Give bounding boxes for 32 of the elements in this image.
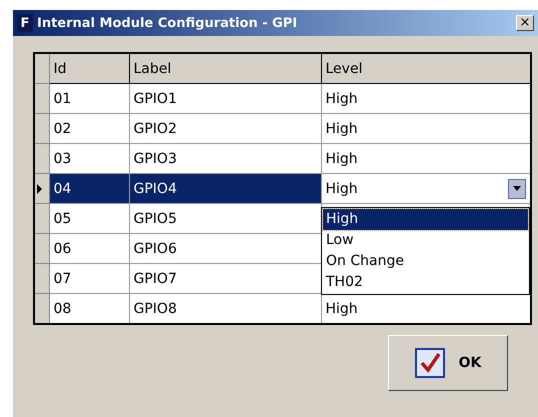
table-cell: 05 <box>49 204 129 234</box>
column-header[interactable]: Level <box>321 53 531 84</box>
row-header[interactable] <box>34 84 49 114</box>
table-cell: GPIO1 <box>129 84 321 114</box>
table-cell: 02 <box>49 114 129 144</box>
column-header[interactable]: Label <box>129 53 321 84</box>
close-button[interactable]: × <box>516 15 534 31</box>
window-title: Internal Module Configuration - GPI <box>37 16 298 30</box>
app-icon: F <box>17 14 33 32</box>
table-cell: GPIO4 <box>129 174 321 204</box>
checkmark-icon <box>414 348 445 378</box>
ok-button[interactable]: OK <box>388 335 508 391</box>
row-header[interactable] <box>34 234 49 264</box>
row-header[interactable] <box>34 204 49 234</box>
row-header[interactable] <box>34 294 49 324</box>
dropdown-option[interactable]: Low <box>323 230 528 251</box>
table-cell: 07 <box>49 264 129 294</box>
row-header[interactable] <box>34 144 49 174</box>
dropdown-button[interactable] <box>508 178 526 198</box>
table-cell: 01 <box>49 84 129 114</box>
row-header[interactable] <box>34 264 49 294</box>
table-cell: GPIO2 <box>129 114 321 144</box>
column-header[interactable]: Id <box>49 53 129 84</box>
row-header[interactable] <box>34 114 49 144</box>
table-cell: 04 <box>49 174 129 204</box>
dropdown-option[interactable]: TH02 <box>323 272 528 293</box>
table-cell: 06 <box>49 234 129 264</box>
header-cell <box>34 53 49 84</box>
dropdown-option[interactable]: High <box>323 209 528 230</box>
dropdown-option[interactable]: On Change <box>323 251 528 272</box>
row-header[interactable] <box>34 174 49 204</box>
current-row-icon <box>37 184 42 194</box>
